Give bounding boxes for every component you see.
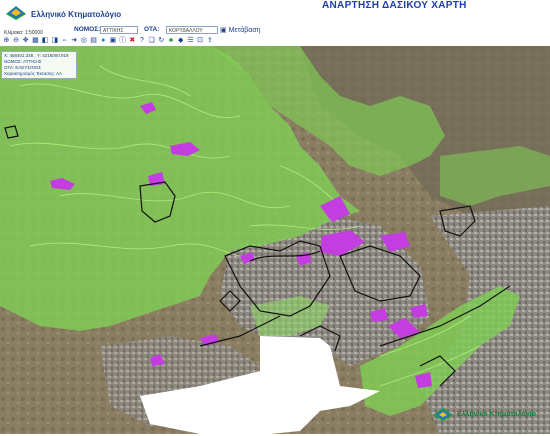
nomos-label: ΝΟΜΟΣ: <box>74 26 101 33</box>
map-canvas[interactable] <box>0 46 550 434</box>
search-icon[interactable]: ◎ <box>80 36 89 45</box>
location-navbar: ΝΟΜΟΣ: ΑΤΤΙΚΗΣ ΟΤΑ: ΚΟΡΥΔΑΛΛΟΥ ▣ Μετάβασ… <box>0 26 550 36</box>
footer-logo-text: Ελληνικό Κτηματολόγιο <box>457 410 536 418</box>
ota-select[interactable]: ΚΟΡΥΔΑΛΛΟΥ <box>166 26 218 34</box>
close-icon[interactable]: ✖ <box>128 36 137 45</box>
previous-view-icon[interactable]: ◧ <box>41 36 50 45</box>
identify-icon[interactable]: ➜ <box>70 36 79 45</box>
help-icon[interactable]: ? <box>138 36 147 45</box>
go-icon: ▣ <box>220 27 227 34</box>
ota-label: ΟΤΑ: <box>144 26 160 33</box>
location-info-panel: Χ: 468401.348 , Y: 4216000.919 ΝΟΜΟΣ: ΑΤ… <box>1 51 77 79</box>
measure-icon[interactable]: ⇔ <box>60 36 69 45</box>
footer-logo: Ελληνικό Κτηματολόγιο <box>432 406 536 422</box>
bookmark-icon[interactable]: ❏ <box>147 36 156 45</box>
print-icon[interactable]: ▣ <box>109 36 118 45</box>
info-icon[interactable]: ⓘ <box>118 36 127 45</box>
export-icon[interactable]: ⇪ <box>205 36 214 45</box>
map-toolbar: ⊕ ⊖ ✥ ▦ ◧ ◨ ⇔ ➜ ◎ ▤ ● ▣ ⓘ ✖ ? ❏ ↻ ♣ ◆ ☰ … <box>0 36 214 46</box>
refresh-icon[interactable]: ↻ <box>157 36 166 45</box>
logo-text: Ελληνικό Κτηματολόγιο <box>31 9 122 19</box>
globe-icon[interactable]: ● <box>99 36 108 45</box>
next-view-icon[interactable]: ◨ <box>50 36 59 45</box>
area-icon[interactable]: ◆ <box>176 36 185 45</box>
info-status: Χαρακτηρισμός Έκτασης: ΑΑ <box>4 71 62 76</box>
ruler-icon[interactable]: ⊡ <box>196 36 205 45</box>
zoom-out-icon[interactable]: ⊖ <box>12 36 21 45</box>
page-title: ΑΝΑΡΤΗΣΗ ΔΑΣΙΚΟΥ ΧΑΡΤΗ <box>322 0 467 11</box>
nomos-select[interactable]: ΑΤΤΙΚΗΣ <box>100 26 138 34</box>
go-label: Μετάβαση <box>228 27 261 34</box>
zoom-in-icon[interactable]: ⊕ <box>2 36 11 45</box>
logo-mark-icon <box>4 2 28 22</box>
footer-logo-icon <box>433 408 453 421</box>
logo[interactable]: Ελληνικό Κτηματολόγιο <box>4 2 121 22</box>
pan-icon[interactable]: ✥ <box>21 36 30 45</box>
tree-icon[interactable]: ♣ <box>167 36 176 45</box>
go-button[interactable]: ▣ Μετάβαση <box>220 26 261 34</box>
full-extent-icon[interactable]: ▦ <box>31 36 40 45</box>
header: Ελληνικό Κτηματολόγιο ΑΝΑΡΤΗΣΗ ΔΑΣΙΚΟΥ Χ… <box>0 0 550 26</box>
legend-icon[interactable]: ☰ <box>186 36 195 45</box>
layers-icon[interactable]: ▤ <box>89 36 98 45</box>
